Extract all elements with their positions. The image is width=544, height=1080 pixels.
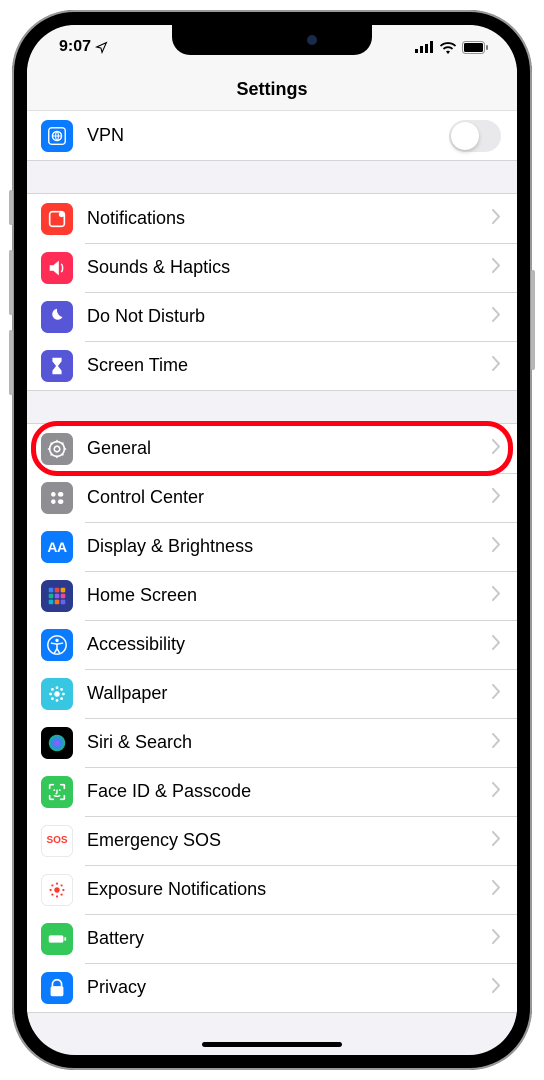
wifi-icon	[439, 41, 457, 54]
chevron-right-icon	[492, 928, 501, 949]
row-label: Display & Brightness	[87, 536, 492, 557]
row-label: Home Screen	[87, 585, 492, 606]
chevron-right-icon	[492, 634, 501, 655]
chevron-right-icon	[492, 585, 501, 606]
chevron-right-icon	[492, 977, 501, 998]
screen: 9:07	[27, 25, 517, 1055]
page-title: Settings	[236, 79, 307, 99]
siri-icon	[41, 727, 73, 759]
row-label: Wallpaper	[87, 683, 492, 704]
accessibility-icon	[41, 629, 73, 661]
settings-row-general[interactable]: General	[27, 424, 517, 473]
phone-frame: 9:07	[12, 10, 532, 1070]
vpn-icon	[41, 120, 73, 152]
settings-row-battery[interactable]: Battery	[27, 914, 517, 963]
row-label: Face ID & Passcode	[87, 781, 492, 802]
location-icon	[95, 41, 108, 54]
settings-row-dnd[interactable]: Do Not Disturb	[27, 292, 517, 341]
chevron-right-icon	[492, 781, 501, 802]
volume-up	[9, 250, 13, 315]
cellular-icon	[415, 41, 434, 53]
chevron-right-icon	[492, 536, 501, 557]
settings-list[interactable]: VPN Notifications Sounds & Haptics Do Not D…	[27, 111, 517, 1031]
battery-icon	[41, 923, 73, 955]
home-indicator[interactable]	[202, 1042, 342, 1047]
chevron-right-icon	[492, 208, 501, 229]
sos-icon: SOS	[41, 825, 73, 857]
battery-icon	[462, 41, 489, 54]
status-time: 9:07	[59, 38, 91, 56]
sounds-icon	[41, 252, 73, 284]
chevron-right-icon	[492, 830, 501, 851]
homescreen-icon	[41, 580, 73, 612]
settings-row-display[interactable]: AA Display & Brightness	[27, 522, 517, 571]
settings-section: General Control Center AA Display & Brightn…	[27, 423, 517, 1013]
mute-switch	[9, 190, 13, 225]
settings-section: Notifications Sounds & Haptics Do Not Dist…	[27, 193, 517, 391]
settings-section: VPN	[27, 111, 517, 161]
exposure-icon	[41, 874, 73, 906]
vpn-toggle[interactable]	[449, 120, 501, 152]
wallpaper-icon	[41, 678, 73, 710]
status-right	[415, 41, 489, 54]
dnd-icon	[41, 301, 73, 333]
settings-row-accessibility[interactable]: Accessibility	[27, 620, 517, 669]
chevron-right-icon	[492, 257, 501, 278]
settings-row-notifications[interactable]: Notifications	[27, 194, 517, 243]
row-label: Exposure Notifications	[87, 879, 492, 900]
row-label: Emergency SOS	[87, 830, 492, 851]
settings-row-screentime[interactable]: Screen Time	[27, 341, 517, 390]
chevron-right-icon	[492, 487, 501, 508]
settings-row-wallpaper[interactable]: Wallpaper	[27, 669, 517, 718]
general-icon	[41, 433, 73, 465]
status-left: 9:07	[59, 38, 108, 56]
notifications-icon	[41, 203, 73, 235]
row-label: Accessibility	[87, 634, 492, 655]
row-label: General	[87, 438, 492, 459]
chevron-right-icon	[492, 879, 501, 900]
controlcenter-icon	[41, 482, 73, 514]
notch	[172, 25, 372, 55]
chevron-right-icon	[492, 355, 501, 376]
row-label: Control Center	[87, 487, 492, 508]
row-label: VPN	[87, 125, 449, 146]
side-button	[531, 270, 535, 370]
settings-row-controlcenter[interactable]: Control Center	[27, 473, 517, 522]
settings-row-sos[interactable]: SOS Emergency SOS	[27, 816, 517, 865]
screentime-icon	[41, 350, 73, 382]
settings-row-sounds[interactable]: Sounds & Haptics	[27, 243, 517, 292]
settings-row-privacy[interactable]: Privacy	[27, 963, 517, 1012]
chevron-right-icon	[492, 438, 501, 459]
settings-row-faceid[interactable]: Face ID & Passcode	[27, 767, 517, 816]
chevron-right-icon	[492, 306, 501, 327]
display-icon: AA	[41, 531, 73, 563]
row-label: Battery	[87, 928, 492, 949]
settings-row-exposure[interactable]: Exposure Notifications	[27, 865, 517, 914]
row-label: Siri & Search	[87, 732, 492, 753]
row-label: Sounds & Haptics	[87, 257, 492, 278]
row-label: Privacy	[87, 977, 492, 998]
chevron-right-icon	[492, 732, 501, 753]
settings-row-homescreen[interactable]: Home Screen	[27, 571, 517, 620]
nav-header: Settings	[27, 69, 517, 111]
privacy-icon	[41, 972, 73, 1004]
row-label: Notifications	[87, 208, 492, 229]
settings-row-vpn[interactable]: VPN	[27, 111, 517, 160]
row-label: Screen Time	[87, 355, 492, 376]
row-label: Do Not Disturb	[87, 306, 492, 327]
volume-down	[9, 330, 13, 395]
settings-row-siri[interactable]: Siri & Search	[27, 718, 517, 767]
chevron-right-icon	[492, 683, 501, 704]
faceid-icon	[41, 776, 73, 808]
